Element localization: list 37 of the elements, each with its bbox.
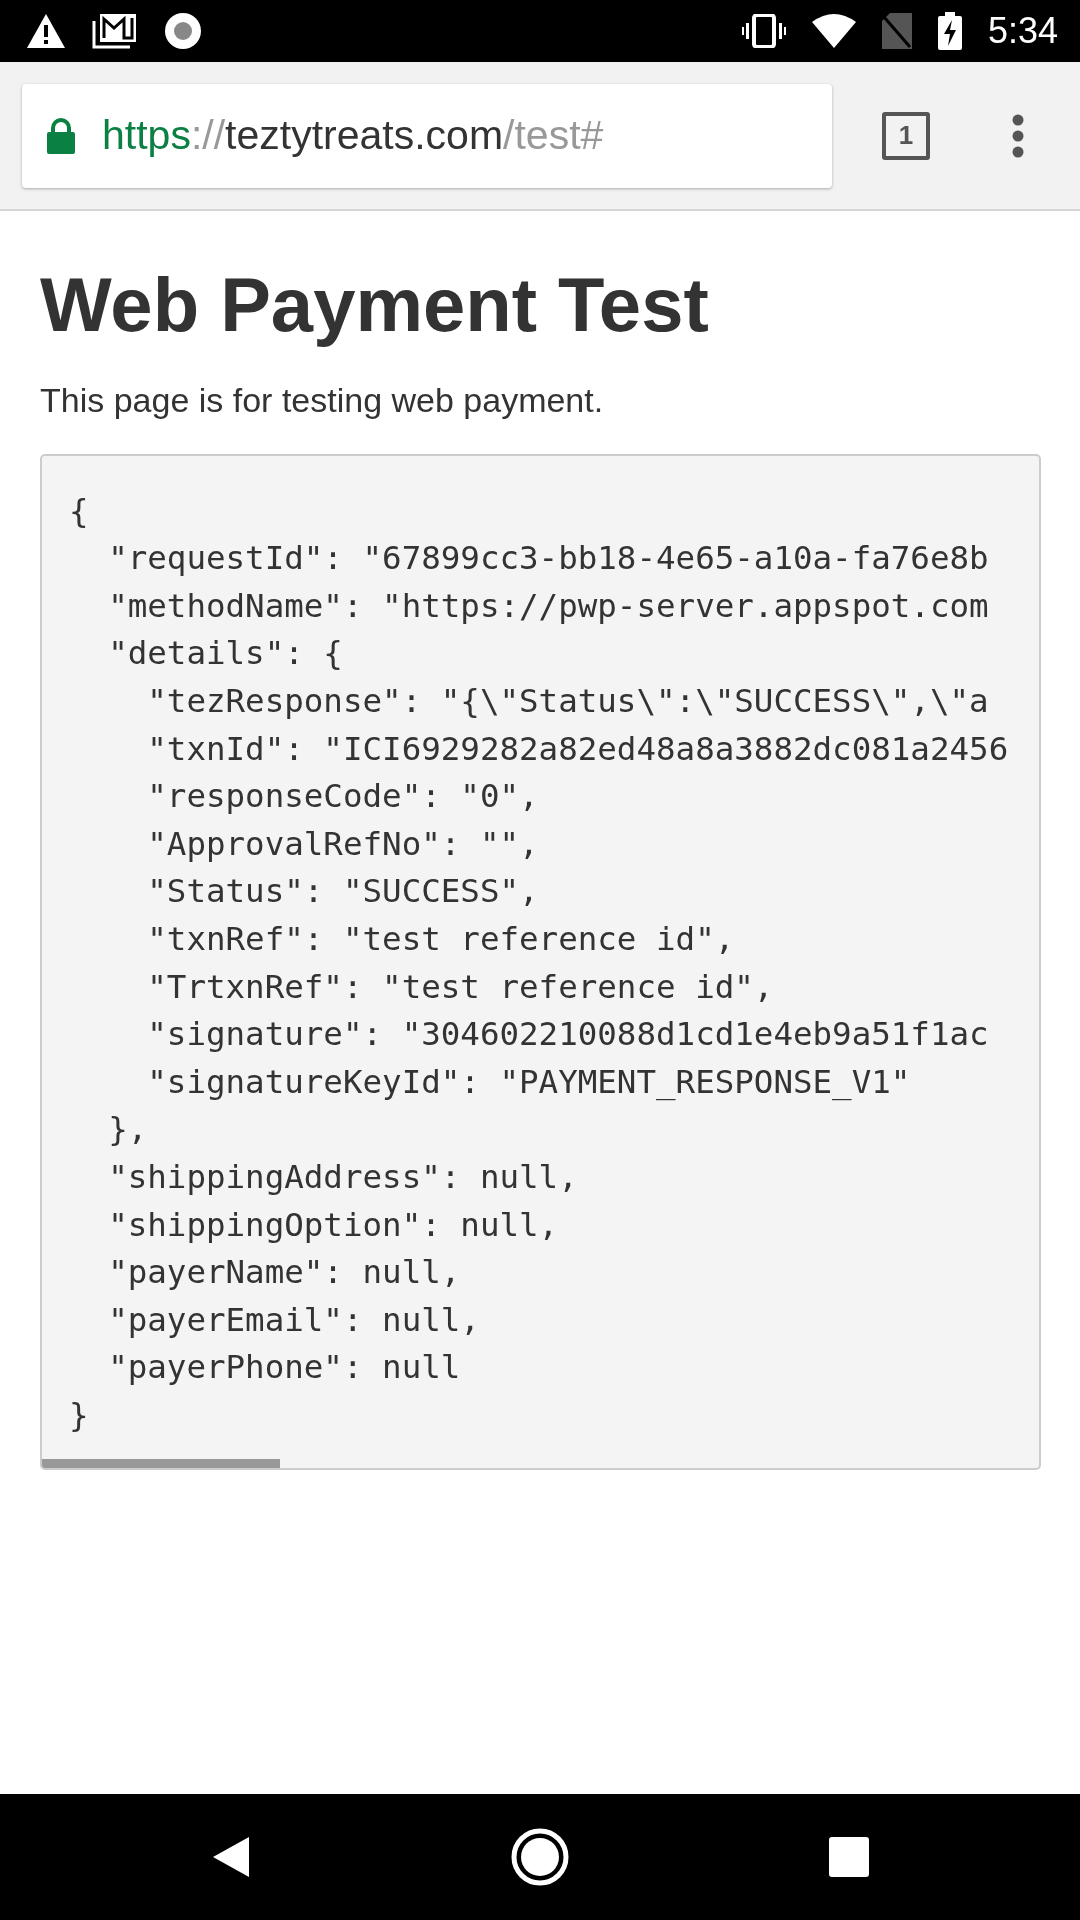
- battery-charging-icon: [937, 12, 962, 50]
- page-title: Web Payment Test: [40, 263, 709, 347]
- no-sim-icon: [881, 13, 912, 49]
- code-line: "Status": "SUCCESS",: [146, 871, 539, 913]
- code-line: "shippingAddress": null,: [107, 1156, 578, 1198]
- vibrate-icon: [741, 14, 786, 48]
- url-text: https://teztytreats.com/test#: [102, 112, 604, 159]
- record-icon: [164, 12, 202, 50]
- address-field[interactable]: https://teztytreats.com/test#: [22, 83, 832, 188]
- home-icon[interactable]: [511, 1828, 569, 1886]
- page-description: This page is for testing web payment.: [40, 380, 604, 420]
- code-line: "details": {: [107, 633, 343, 675]
- code-line: "shippingOption": null,: [107, 1204, 559, 1246]
- code-line: },: [107, 1109, 148, 1151]
- code-line: "signatureKeyId": "PAYMENT_RESPONSE_V1": [146, 1061, 911, 1103]
- warning-icon: [26, 13, 66, 49]
- code-line: "payerPhone": null: [107, 1347, 461, 1389]
- code-line: }: [69, 1394, 89, 1436]
- code-line: "txnRef": "test reference id",: [146, 918, 735, 960]
- clock-time: 5:34: [987, 10, 1058, 52]
- scrollbar[interactable]: [42, 1459, 280, 1469]
- code-line: "methodName": "https://pwp-server.appspot.com: [107, 585, 989, 627]
- code-line: "requestId": "67899cc3-bb18-4e65-a10a-fa76e8b: [107, 538, 989, 580]
- code-line: {: [69, 490, 89, 532]
- back-icon[interactable]: [211, 1835, 251, 1879]
- code-line: "txnId": "ICI6929282a82ed48a8a3882dc081a2456: [146, 728, 1009, 770]
- code-line: "tezResponse": "{\"Status\":\"SUCCESS\",\"a: [146, 680, 989, 722]
- wifi-icon: [811, 14, 856, 48]
- code-line: "responseCode": "0",: [146, 776, 539, 818]
- tab-count-button[interactable]: 1: [882, 111, 930, 160]
- mail-icon: [92, 13, 138, 49]
- code-line: "payerName": null,: [107, 1252, 461, 1294]
- code-line: "ApprovalRefNo": "",: [146, 823, 539, 865]
- menu-icon[interactable]: [1012, 113, 1024, 158]
- code-line: "signature": "304602210088d1cd1e4eb9a51f1ac: [146, 1014, 989, 1056]
- code-line: "TrtxnRef": "test reference id",: [146, 966, 774, 1008]
- code-line: "payerEmail": null,: [107, 1299, 480, 1341]
